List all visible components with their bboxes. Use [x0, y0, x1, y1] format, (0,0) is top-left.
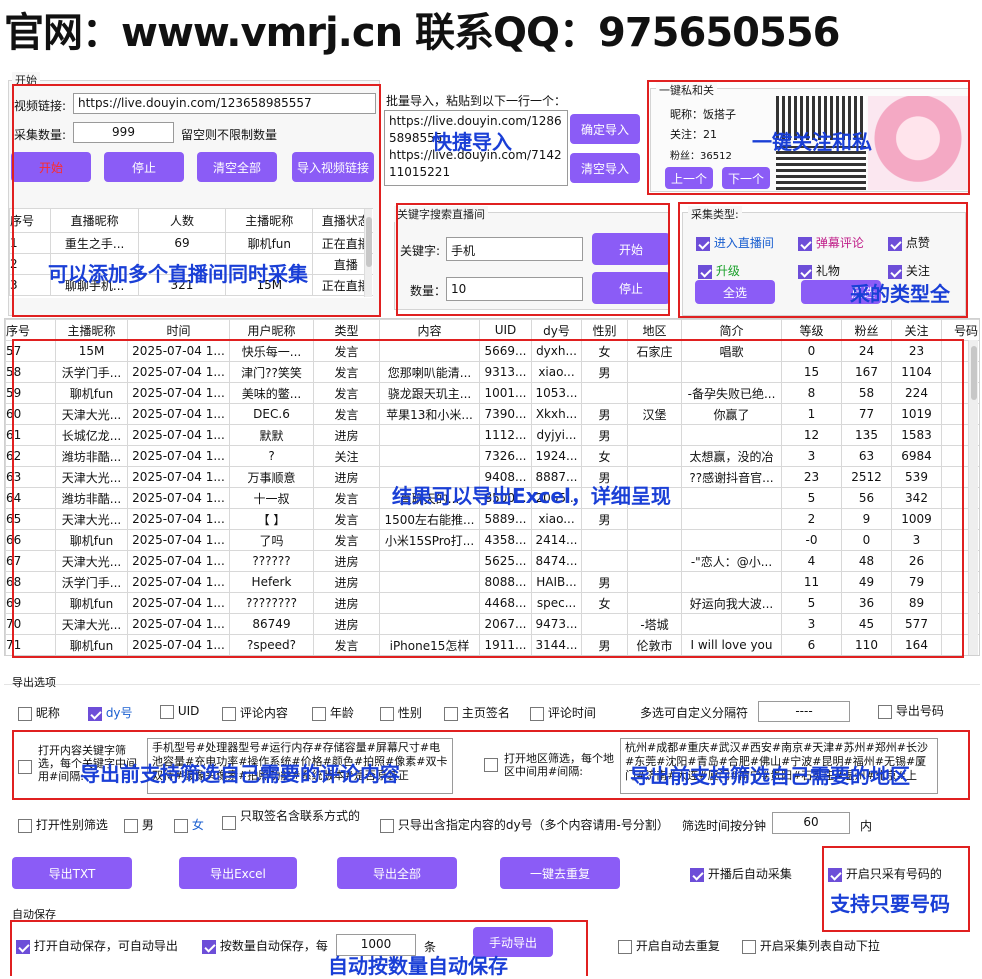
annotation-excel: 结果可以导出Excel，详细呈现	[392, 484, 671, 508]
export-field-option[interactable]: UID	[160, 704, 199, 719]
results-header-cell[interactable]: 主播昵称	[55, 319, 128, 341]
results-header-cell[interactable]: 类型	[313, 319, 380, 341]
export-field-label: 性别	[394, 706, 422, 720]
annotation-phone-only: 支持只要号码	[830, 892, 950, 916]
separator-input[interactable]: ----	[758, 701, 850, 722]
dy-contain-option[interactable]: 只导出含指定内容的dy号（多个内容请用-号分割）	[380, 816, 669, 833]
export-field-label: dy号	[102, 706, 133, 720]
batch-title: 批量导入，粘贴到以下一行一个：	[386, 94, 567, 108]
sign-contact-option[interactable]: 只取签名含联系方式的	[222, 809, 362, 830]
results-header-cell[interactable]: dy号	[531, 319, 582, 341]
export-field-checkbox[interactable]	[18, 706, 32, 721]
export-title: 导出选项	[12, 676, 56, 689]
export-field-label: 评论时间	[544, 706, 596, 720]
dy-contain-checkbox[interactable]	[380, 818, 394, 833]
results-header-cell[interactable]: 序号	[5, 319, 56, 341]
male-label: 男	[141, 818, 154, 832]
time-label: 筛选时间按分钟	[682, 819, 767, 833]
female-label: 女	[191, 818, 204, 832]
results-header-cell[interactable]: UID	[479, 319, 532, 341]
male-option[interactable]: 男	[124, 816, 154, 833]
auto-collect-checkbox[interactable]	[690, 867, 704, 882]
results-header-cell[interactable]: 粉丝	[841, 319, 892, 341]
export-field-label: UID	[174, 704, 200, 718]
auto-dedupe-option[interactable]: 开启自动去重复	[618, 937, 720, 954]
export-field-checkbox[interactable]	[312, 706, 326, 721]
banner-text: 官网：www.vmrj.cn 联系QQ：975650556	[4, 10, 840, 56]
female-checkbox[interactable]	[174, 818, 188, 833]
export-field-checkbox[interactable]	[380, 706, 394, 721]
export-field-checkbox[interactable]	[530, 706, 544, 721]
export-field-option[interactable]: 评论时间	[530, 704, 596, 721]
time-input[interactable]: 60	[772, 812, 850, 834]
results-header-cell[interactable]: 用户昵称	[229, 319, 314, 341]
export-field-option[interactable]: 评论内容	[222, 704, 288, 721]
results-header-cell[interactable]: 号码	[941, 319, 979, 341]
results-header-cell[interactable]: 简介	[681, 319, 782, 341]
results-header-cell[interactable]: 关注	[891, 319, 942, 341]
female-option[interactable]: 女	[174, 816, 204, 833]
time-unit: 内	[860, 819, 873, 833]
separator-label: 多选可自定义分隔符	[640, 706, 749, 720]
annotation-auto-save: 自动按数量自动保存	[328, 954, 508, 978]
auto-scroll-checkbox[interactable]	[742, 939, 756, 954]
export-excel-button[interactable]: 导出Excel	[179, 857, 297, 889]
export-txt-button[interactable]: 导出TXT	[12, 857, 132, 889]
results-header-cell[interactable]: 内容	[379, 319, 480, 341]
sign-contact-label: 只取签名含联系方式的	[240, 809, 361, 823]
export-all-button[interactable]: 导出全部	[337, 857, 457, 889]
clear-import-button[interactable]: 清空导入	[570, 153, 640, 183]
annotation-filter-area: 导出前支持筛选自己需要的地区	[630, 764, 910, 788]
gender-filter-option[interactable]: 打开性别筛选	[18, 816, 108, 833]
export-field-label: 年龄	[326, 706, 354, 720]
export-field-checkbox[interactable]	[88, 706, 102, 721]
export-field-checkbox[interactable]	[444, 706, 458, 721]
auto-scroll-label: 开启采集列表自动下拉	[759, 939, 880, 953]
results-header-cell[interactable]: 地区	[627, 319, 682, 341]
results-scrollbar[interactable]	[968, 340, 978, 655]
export-phone-label: 导出号码	[895, 704, 944, 718]
results-header-cell[interactable]: 性别	[581, 319, 628, 341]
annotation-filter-comment: 导出前支持筛选自己需要的评论内容	[80, 762, 400, 786]
export-field-option[interactable]: 主页签名	[444, 704, 510, 721]
export-field-checkbox[interactable]	[160, 704, 174, 719]
results-header-cell[interactable]: 时间	[127, 319, 230, 341]
auto-collect-label: 开播后自动采集	[707, 867, 792, 881]
export-field-label: 主页签名	[458, 706, 510, 720]
gender-filter-label: 打开性别筛选	[35, 818, 108, 832]
gender-filter-checkbox[interactable]	[18, 818, 32, 833]
keyword-highlight-box	[396, 203, 670, 316]
export-field-option[interactable]: 性别	[380, 704, 422, 721]
export-phone-checkbox[interactable]	[878, 704, 892, 719]
export-field-label: 评论内容	[236, 706, 288, 720]
export-phone-option[interactable]: 导出号码	[878, 702, 944, 719]
sign-contact-checkbox[interactable]	[222, 816, 236, 830]
auto-collect-option[interactable]: 开播后自动采集	[690, 865, 792, 882]
export-field-option[interactable]: 昵称	[18, 704, 60, 721]
dy-contain-label: 只导出含指定内容的dy号（多个内容请用-号分割）	[397, 818, 669, 832]
male-checkbox[interactable]	[124, 818, 138, 833]
dedupe-button[interactable]: 一键去重复	[500, 857, 620, 889]
results-header-cell[interactable]: 等级	[781, 319, 842, 341]
annotation-quick-import: 快捷导入	[432, 130, 512, 154]
export-field-option[interactable]: dy号	[88, 704, 133, 721]
auto-scroll-option[interactable]: 开启采集列表自动下拉	[742, 937, 880, 954]
export-field-checkbox[interactable]	[222, 706, 236, 721]
export-field-option[interactable]: 年龄	[312, 704, 354, 721]
export-field-label: 昵称	[32, 706, 60, 720]
annotation-follow: 一键关注和私	[752, 130, 872, 154]
annotation-types: 采的类型全	[850, 282, 950, 306]
auto-dedupe-label: 开启自动去重复	[635, 939, 720, 953]
auto-dedupe-checkbox[interactable]	[618, 939, 632, 954]
annotation-multi-room: 可以添加多个直播间同时采集	[48, 262, 308, 286]
confirm-import-button[interactable]: 确定导入	[570, 114, 640, 144]
